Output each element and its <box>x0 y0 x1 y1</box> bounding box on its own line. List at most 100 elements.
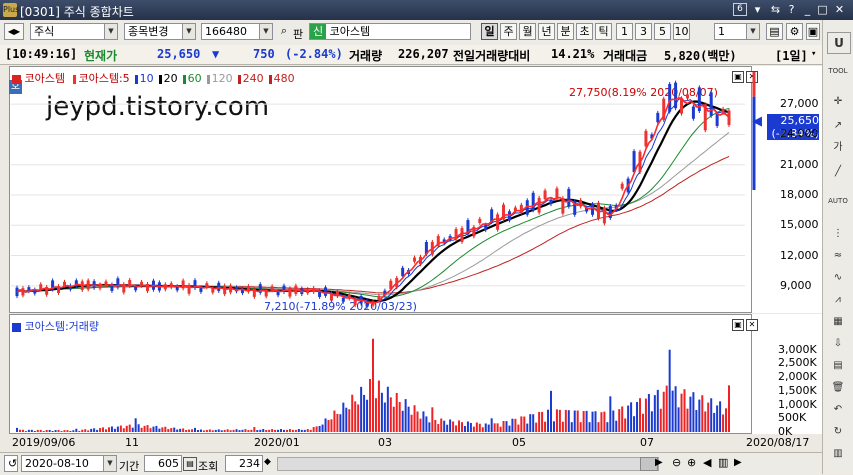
interval-button-10[interactable]: 10 <box>673 23 690 40</box>
date-input[interactable]: 2020-08-10 ▼ <box>21 455 117 472</box>
volume-bar <box>644 398 647 432</box>
volume-bar <box>102 427 105 432</box>
minimize-icon[interactable]: _ <box>800 2 815 17</box>
period-button-1[interactable]: 주 <box>500 23 517 40</box>
candle-body <box>549 200 553 205</box>
zoom-out-icon[interactable]: ⊖ <box>672 456 681 469</box>
volume-bar <box>606 422 609 432</box>
lock-icon[interactable]: ▣ <box>806 23 820 40</box>
stock-name-value: 코아스템 <box>329 25 371 38</box>
volume-bar <box>496 423 499 432</box>
period-button-5[interactable]: 초 <box>576 23 593 40</box>
download-icon[interactable]: ⇩ <box>827 334 849 354</box>
volume-bar <box>179 428 182 432</box>
volume-bar <box>728 385 730 432</box>
fibo-icon[interactable]: ⋮ <box>827 224 849 244</box>
crosshair-icon[interactable]: ✛ <box>827 92 849 112</box>
prev-icon[interactable]: ◀ <box>703 456 711 469</box>
price-icon[interactable]: 가 <box>827 138 849 158</box>
interval-button-5[interactable]: 5 <box>654 23 671 40</box>
volume-bar <box>425 416 428 432</box>
period-button-3[interactable]: 년 <box>538 23 555 40</box>
volume-bar <box>262 429 265 432</box>
save-icon[interactable]: ▤ <box>766 23 783 40</box>
volume-bar <box>333 410 336 432</box>
layout-icon[interactable]: ▤ <box>827 356 849 376</box>
chart-type-icon[interactable]: ▥ <box>827 444 849 464</box>
volume-bar <box>21 429 24 432</box>
line-icon[interactable]: ╱ <box>827 162 849 182</box>
dropdown-arrow-icon[interactable]: ▾ <box>750 2 765 17</box>
undo-icon[interactable]: ↶ <box>827 400 849 420</box>
volume-bar <box>363 394 366 432</box>
stock-name-field[interactable]: 신 코아스템 <box>309 23 471 40</box>
volume-bar <box>96 429 99 432</box>
reset-icon[interactable]: ↺ <box>4 455 18 472</box>
auto-button[interactable]: AUTO <box>827 186 849 206</box>
spin-arrows-icon[interactable]: ◆ <box>264 457 271 467</box>
y-tick-label: 21,000 <box>780 157 819 171</box>
volume-bar <box>300 429 303 432</box>
period-button-2[interactable]: 월 <box>519 23 536 40</box>
page-number-badge[interactable]: 6 <box>733 3 747 16</box>
trend-icon[interactable]: ↗ <box>827 116 849 136</box>
volume-bar <box>656 389 659 432</box>
x-axis-label: 03 <box>378 436 392 449</box>
volume-bar <box>164 426 167 432</box>
tool-button[interactable]: TOOL <box>827 56 849 76</box>
price-change-pct: (-2.84%) <box>285 47 343 61</box>
volume-bar <box>609 396 612 432</box>
period-input[interactable]: 605 <box>144 455 182 472</box>
volume-bar <box>99 428 102 432</box>
scrollbar-track[interactable] <box>277 457 659 471</box>
interval-button-3[interactable]: 3 <box>635 23 652 40</box>
stock-code-input[interactable]: 166480 ▼ <box>201 23 273 40</box>
channel-icon[interactable]: ≈ <box>827 246 849 266</box>
chevron-down-icon[interactable]: ▼ <box>103 456 116 471</box>
volume-bar <box>689 396 692 432</box>
volume-bar <box>90 428 93 432</box>
chevron-down-icon[interactable]: ▼ <box>746 24 759 39</box>
period-button-4[interactable]: 분 <box>557 23 574 40</box>
toolbar: ◀▶ 주식 ▼ 종목변경 ▼ 166480 ▼ ⌕ 판 신 코아스템 1 ▼ ▤ ⚙ ▣… <box>0 20 853 46</box>
chevron-down-icon[interactable]: ▼ <box>104 24 117 39</box>
scroll-right-icon[interactable]: ▶ <box>655 457 663 468</box>
interval-input[interactable]: 1 ▼ <box>714 23 760 40</box>
grid-icon[interactable]: ▦ <box>827 312 849 332</box>
close-icon[interactable]: ✕ <box>832 2 847 17</box>
volume-bar <box>116 426 119 432</box>
period-button-6[interactable]: 틱 <box>595 23 612 40</box>
volume-bar <box>315 426 318 432</box>
wave-icon[interactable]: ∿ <box>827 268 849 288</box>
settings-icon[interactable]: ⚙ <box>786 23 803 40</box>
link-icon[interactable]: ⇆ <box>768 2 783 17</box>
volume-bar <box>235 429 238 432</box>
zigzag-icon[interactable]: ⩘ <box>827 290 849 310</box>
collapse-icon[interactable]: ▾ <box>811 49 816 59</box>
chevron-down-icon[interactable]: ▼ <box>259 24 272 39</box>
zoom-in-icon[interactable]: ⊕ <box>687 456 696 469</box>
scale-icon[interactable]: ▥ <box>718 456 728 469</box>
prev-next-arrows-icon[interactable]: ◀▶ <box>4 23 24 40</box>
volume-bar <box>149 428 152 432</box>
period-button-0[interactable]: 일 <box>481 23 498 40</box>
y-tick-label: 18,000 <box>780 188 819 201</box>
change-stock-select[interactable]: 종목변경 ▼ <box>124 23 196 40</box>
trash-icon[interactable]: 🗑 <box>827 378 849 398</box>
volume-bar <box>161 427 164 432</box>
volume-bar <box>481 427 484 432</box>
view-input[interactable]: 234 <box>225 455 263 472</box>
query-icon[interactable]: ▤ <box>183 457 197 471</box>
volume-bar <box>532 414 535 432</box>
play-icon[interactable]: ▶ <box>734 457 742 468</box>
change-stock-label: 종목변경 <box>128 25 169 38</box>
search-icon[interactable]: ⌕ <box>277 23 291 40</box>
chevron-down-icon[interactable]: ▼ <box>182 24 195 39</box>
u-icon[interactable]: U <box>827 32 851 54</box>
volume-bar <box>280 429 283 432</box>
market-select[interactable]: 주식 ▼ <box>30 23 118 40</box>
interval-button-1[interactable]: 1 <box>616 23 633 40</box>
redo-icon[interactable]: ↻ <box>827 422 849 442</box>
help-icon[interactable]: ? <box>784 2 799 17</box>
maximize-icon[interactable]: □ <box>815 2 830 17</box>
